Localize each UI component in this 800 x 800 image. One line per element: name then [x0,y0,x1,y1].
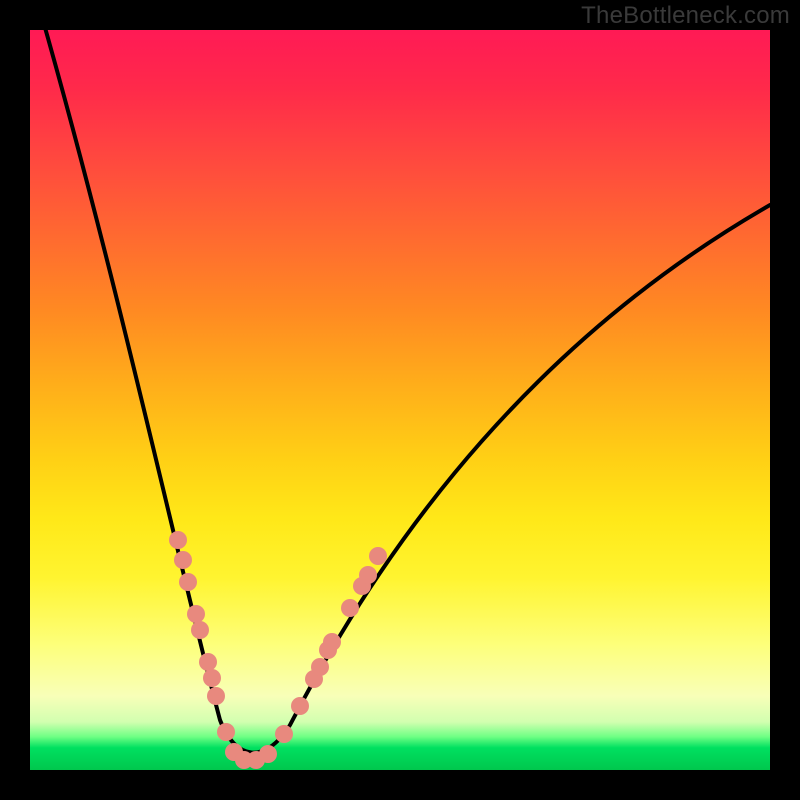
curve-marker [259,745,277,763]
curve-marker [311,658,329,676]
watermark-text: TheBottleneck.com [581,2,790,30]
curve-marker [359,566,377,584]
curve-marker [203,669,221,687]
curve-marker [207,687,225,705]
curve-marker [275,725,293,743]
curve-marker [369,547,387,565]
curve-marker [179,573,197,591]
curve-marker [174,551,192,569]
curve-marker [291,697,309,715]
bottleneck-curve [40,10,770,753]
curve-marker [191,621,209,639]
curve-marker [323,633,341,651]
curve-marker [199,653,217,671]
curve-marker [341,599,359,617]
curve-marker [169,531,187,549]
chart-frame: TheBottleneck.com [0,0,800,800]
chart-svg [30,30,770,770]
chart-plot-area [30,30,770,770]
curve-marker [217,723,235,741]
curve-marker [187,605,205,623]
